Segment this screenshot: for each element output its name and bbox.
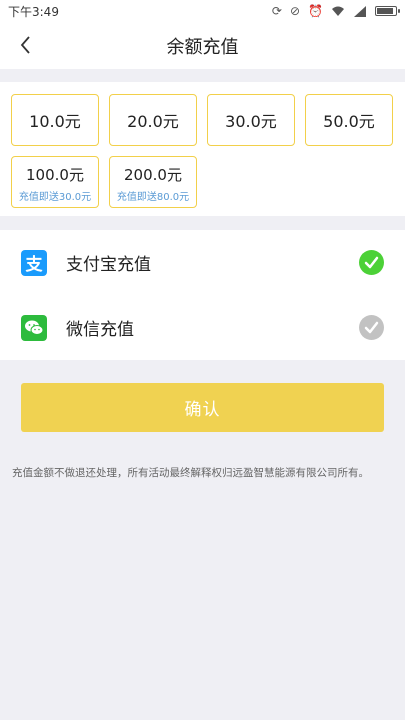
alarm-icon: ⏰ [308, 4, 323, 18]
amount-value: 200.0元 [124, 165, 182, 184]
nav-bar: 余额充值 [0, 22, 405, 69]
payment-label: 支付宝充值 [66, 255, 151, 275]
alipay-icon: 支 [21, 249, 47, 276]
back-arrow-icon [20, 36, 30, 54]
amount-option-20[interactable]: 20.0元 [109, 94, 197, 146]
amount-bonus: 充值即送80.0元 [116, 191, 190, 203]
mute-icon: ⊘ [289, 4, 301, 18]
amount-option-50[interactable]: 50.0元 [305, 94, 393, 146]
signal-icon [354, 5, 366, 17]
status-icons: ⟳ ⊘ ⏰ [271, 4, 400, 18]
status-time: 下午3:49 [8, 4, 59, 19]
check-unselected-icon[interactable] [359, 315, 384, 340]
confirm-button[interactable]: 确认 [21, 383, 384, 432]
wifi-icon [332, 6, 344, 16]
amount-value: 30.0元 [225, 112, 277, 131]
amount-value: 10.0元 [29, 112, 81, 131]
payment-methods: 支 支付宝充值 微信充值 [0, 230, 405, 360]
payment-option-alipay[interactable]: 支 支付宝充值 [0, 230, 405, 295]
amount-option-200[interactable]: 200.0元 充值即送80.0元 [109, 156, 197, 208]
payment-option-wechat[interactable]: 微信充值 [0, 295, 405, 360]
amount-value: 100.0元 [26, 165, 84, 184]
page-title: 余额充值 [166, 36, 239, 58]
battery-icon [375, 6, 400, 16]
amount-bonus: 充值即送30.0元 [18, 191, 92, 203]
amount-option-30[interactable]: 30.0元 [207, 94, 295, 146]
back-button[interactable] [14, 32, 40, 58]
check-selected-icon[interactable] [359, 250, 384, 275]
sync-icon: ⟳ [271, 4, 282, 18]
amount-value: 50.0元 [323, 112, 375, 131]
amount-options: 10.0元 20.0元 30.0元 50.0元 100.0元 充值即送30.0元… [0, 82, 405, 216]
recharge-notice: 充值金额不做退还处理，所有活动最终解释权归远盈智慧能源有限公司所有。 [12, 467, 369, 479]
wechat-icon [21, 314, 47, 341]
amount-option-100[interactable]: 100.0元 充值即送30.0元 [11, 156, 99, 208]
amount-value: 20.0元 [127, 112, 179, 131]
payment-label: 微信充值 [66, 320, 134, 340]
status-bar: 下午3:49 ⟳ ⊘ ⏰ [0, 0, 405, 22]
amount-option-10[interactable]: 10.0元 [11, 94, 99, 146]
